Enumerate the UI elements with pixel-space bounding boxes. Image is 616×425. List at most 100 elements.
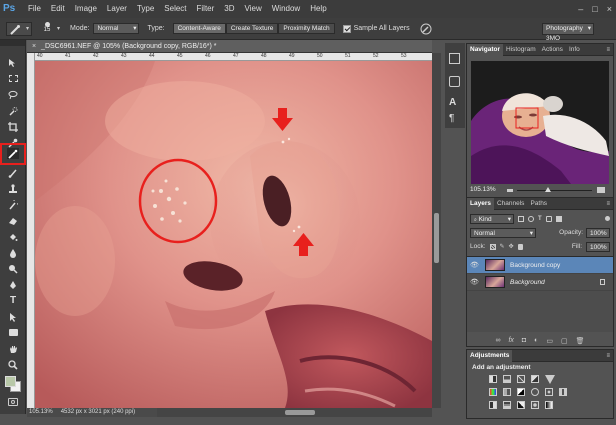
horizontal-scroll-thumb[interactable] <box>285 410 315 415</box>
lock-pixels-icon[interactable]: ✎ <box>500 243 505 250</box>
lock-position-icon[interactable]: ✥ <box>509 243 514 250</box>
menu-filter[interactable]: Filter <box>192 0 220 18</box>
tab-paths[interactable]: Paths <box>527 198 550 210</box>
brush-tool-icon[interactable] <box>7 167 19 178</box>
zoom-slider[interactable] <box>517 187 592 192</box>
curves-icon[interactable] <box>517 375 525 383</box>
tab-actions[interactable]: Actions <box>539 44 566 56</box>
quick-selection-tool-icon[interactable] <box>7 105 19 116</box>
shape-tool-icon[interactable] <box>7 327 19 338</box>
gradient-map-icon[interactable] <box>545 401 553 409</box>
menu-type[interactable]: Type <box>132 0 159 18</box>
brush-size-picker[interactable]: 15 <box>38 21 56 37</box>
type-tool-icon[interactable]: T <box>7 295 19 306</box>
filter-smart-object-icon[interactable] <box>555 215 562 222</box>
filter-pixel-icon[interactable] <box>518 215 524 222</box>
tab-layers[interactable]: Layers <box>467 197 494 210</box>
eraser-tool-icon[interactable] <box>7 215 19 226</box>
panel-menu-icon[interactable]: ≡ <box>606 353 610 359</box>
menu-select[interactable]: Select <box>159 0 191 18</box>
zoom-tool-icon[interactable] <box>7 359 19 370</box>
delete-layer-icon[interactable]: 🗑 <box>576 337 585 345</box>
invert-icon[interactable] <box>489 401 497 409</box>
channel-mixer-icon[interactable] <box>545 388 553 396</box>
vertical-scroll-thumb[interactable] <box>434 213 439 263</box>
chevron-down-icon[interactable]: ▾ <box>57 25 60 32</box>
type-create-texture-button[interactable]: Create Texture <box>225 23 279 34</box>
menu-help[interactable]: Help <box>305 0 331 18</box>
menu-layer[interactable]: Layer <box>102 0 132 18</box>
zoom-slider-handle[interactable] <box>545 187 551 192</box>
menu-file[interactable]: File <box>23 0 46 18</box>
brightness-contrast-icon[interactable] <box>489 375 497 383</box>
exposure-icon[interactable] <box>531 375 539 383</box>
close-icon[interactable]: × <box>32 43 36 50</box>
maximize-button[interactable]: □ <box>592 4 597 14</box>
mode-select[interactable]: Normal ▾ <box>93 23 140 34</box>
layer-filter-kind-select[interactable]: ⌕ Kind ▾ <box>470 213 514 224</box>
vertical-scrollbar[interactable] <box>432 53 441 408</box>
path-selection-tool-icon[interactable] <box>7 311 19 322</box>
workspace-select[interactable]: Photography 3MO ▾ <box>542 23 594 42</box>
panel-menu-icon[interactable]: ≡ <box>606 47 610 53</box>
dodge-tool-icon[interactable] <box>7 263 19 274</box>
posterize-icon[interactable] <box>503 401 511 409</box>
document-canvas[interactable] <box>35 61 432 408</box>
close-button[interactable]: × <box>607 4 612 14</box>
tab-navigator[interactable]: Navigator <box>467 43 503 56</box>
eye-icon[interactable]: 👁 <box>470 261 480 269</box>
fill-field[interactable]: 100% <box>586 241 610 252</box>
spot-healing-brush-tool-icon[interactable] <box>7 148 19 159</box>
tool-preset-picker[interactable]: ▾ <box>6 21 32 36</box>
lock-transparent-icon[interactable] <box>489 243 496 250</box>
menu-image[interactable]: Image <box>70 0 102 18</box>
tab-histogram[interactable]: Histogram <box>503 44 539 56</box>
color-balance-icon[interactable] <box>503 388 511 396</box>
foreground-color-swatch[interactable] <box>5 376 16 387</box>
zoom-out-icon[interactable] <box>507 189 513 192</box>
minimize-button[interactable]: – <box>578 4 583 14</box>
lasso-tool-icon[interactable] <box>7 89 19 100</box>
marquee-tool-icon[interactable] <box>7 73 19 84</box>
photo-filter-icon[interactable] <box>531 388 539 396</box>
type-content-aware-button[interactable]: Content-Aware <box>172 23 226 34</box>
toolbox-grip[interactable] <box>0 40 25 46</box>
add-mask-icon[interactable]: ◘ <box>522 337 526 344</box>
opacity-field[interactable]: 100% <box>586 227 610 238</box>
document-tab[interactable]: × _DSC6961.NEF @ 105% (Background copy, … <box>27 40 432 53</box>
ruler-vertical[interactable] <box>27 53 35 408</box>
new-group-icon[interactable]: ▭ <box>546 337 553 345</box>
paragraph-panel-icon[interactable]: ¶ <box>449 113 454 124</box>
pressure-size-icon[interactable] <box>420 23 432 35</box>
hue-saturation-icon[interactable] <box>489 388 497 396</box>
tab-info[interactable]: Info <box>566 44 583 56</box>
vibrance-icon[interactable] <box>545 375 555 384</box>
history-panel-icon[interactable] <box>449 53 460 64</box>
ruler-horizontal[interactable]: 40 41 42 43 44 45 46 47 48 49 50 51 52 5… <box>35 53 432 61</box>
blend-mode-select[interactable]: Normal ▾ <box>470 227 536 238</box>
filter-shape-icon[interactable] <box>545 215 552 222</box>
history-brush-tool-icon[interactable] <box>7 199 19 210</box>
paint-bucket-tool-icon[interactable] <box>7 231 19 242</box>
selective-color-icon[interactable] <box>531 401 539 409</box>
layer-row-background[interactable]: 👁 Background <box>467 274 613 291</box>
hand-tool-icon[interactable] <box>7 343 19 354</box>
quick-mask-icon[interactable] <box>8 398 18 406</box>
zoom-in-icon[interactable] <box>597 187 605 193</box>
levels-icon[interactable] <box>503 375 511 383</box>
layer-style-icon[interactable]: fx <box>508 337 513 344</box>
link-layers-icon[interactable]: ∞ <box>495 337 500 344</box>
filter-adjustment-icon[interactable] <box>528 215 534 222</box>
adjustment-layer-icon[interactable]: ◐ <box>534 337 538 344</box>
menu-window[interactable]: Window <box>267 0 305 18</box>
clone-stamp-tool-icon[interactable] <box>7 183 19 194</box>
blur-tool-icon[interactable] <box>7 247 19 258</box>
menu-3d[interactable]: 3D <box>219 0 239 18</box>
navigator-thumbnail[interactable] <box>471 61 609 184</box>
black-white-icon[interactable] <box>517 388 525 396</box>
menu-view[interactable]: View <box>240 0 267 18</box>
eye-icon[interactable]: 👁 <box>470 278 480 286</box>
status-zoom[interactable]: 105.13% <box>29 408 53 417</box>
menu-edit[interactable]: Edit <box>46 0 70 18</box>
character-panel-icon[interactable]: A <box>449 97 456 108</box>
